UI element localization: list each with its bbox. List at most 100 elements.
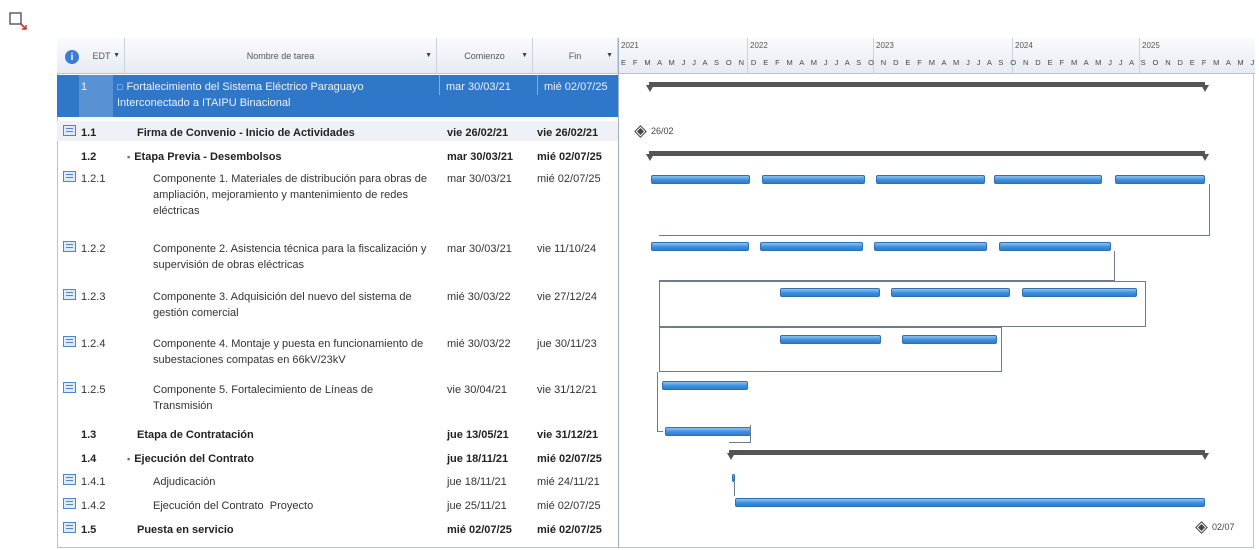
task-note-icon <box>63 498 76 509</box>
column-name[interactable]: Nombre de tarea ▼ <box>125 38 437 74</box>
row-start: jue 25/11/21 <box>447 500 507 512</box>
row-end: mié 02/07/25 <box>537 151 602 163</box>
table-row[interactable]: 1.2.1 Componente 1. Materiales de distri… <box>57 167 618 229</box>
info-icon[interactable]: i <box>65 50 79 64</box>
task-note-icon <box>63 125 76 136</box>
table-row[interactable]: 1 □ Fortalecimiento del Sistema Eléctrico… <box>57 75 618 117</box>
column-start[interactable]: Comienzo ▼ <box>437 38 533 74</box>
task-bar-segment[interactable] <box>994 175 1102 184</box>
task-note-icon <box>63 289 76 300</box>
row-edt: 1.2.3 <box>81 291 106 303</box>
row-end: vie 27/12/24 <box>537 291 597 303</box>
milestone-marker[interactable] <box>634 125 647 138</box>
timescale-year: 2024 <box>1015 41 1033 50</box>
summary-bar[interactable] <box>649 82 1205 87</box>
dropdown-arrow-icon[interactable]: ▼ <box>425 52 432 59</box>
row-end: mié 02/07/25 <box>537 453 602 465</box>
timescale-header: 2021 2022 2023 2024 2025 E F M A M J J A… <box>619 38 1255 74</box>
row-start: vie 26/02/21 <box>447 127 509 139</box>
row-end: mié 24/11/21 <box>537 476 600 488</box>
row-start: mar 30/03/21 <box>447 151 514 163</box>
row-start: jue 18/11/21 <box>447 453 509 465</box>
row-edt: 1.4.1 <box>81 476 106 488</box>
task-note-icon <box>63 241 76 252</box>
column-end[interactable]: Fin ▼ <box>533 38 618 74</box>
project-window: i EDT ▼ Nombre de tarea ▼ Comienzo ▼ Fin… <box>0 0 1259 550</box>
table-row[interactable]: 1.4 ▪ Ejecución del Contrato jue 18/11/21… <box>57 447 618 467</box>
row-end: vie 11/10/24 <box>537 243 597 255</box>
timescale-year: 2021 <box>621 41 639 50</box>
year-separator <box>1012 38 1013 74</box>
table-row[interactable]: 1.3 Etapa de Contratación jue 13/05/21 v… <box>57 423 618 443</box>
table-header: i EDT ▼ Nombre de tarea ▼ Comienzo ▼ Fin… <box>57 38 618 74</box>
row-start: jue 18/11/21 <box>447 476 507 488</box>
row-name-wrap: □ Fortalecimiento del Sistema Eléctrico P… <box>117 75 437 111</box>
table-row[interactable]: 1.2.5 Componente 5. Fortalecimiento de L… <box>57 378 618 422</box>
task-bar[interactable] <box>735 498 1205 507</box>
milestone-marker[interactable] <box>1195 521 1208 534</box>
row-start: mar 30/03/21 <box>447 173 512 185</box>
row-end: vie 31/12/21 <box>537 429 599 441</box>
timescale-months: E F M A M J J A S O N D E F M A M J J A … <box>621 58 1255 67</box>
row-start: mar 30/03/21 <box>439 75 519 95</box>
dropdown-arrow-icon[interactable]: ▼ <box>113 52 120 59</box>
row-end: vie 26/02/21 <box>537 127 599 139</box>
summary-start-marker <box>646 154 654 161</box>
row-name: Componente 5. Fortalecimiento de Líneas … <box>153 384 374 412</box>
row-end: mié 02/07/25 <box>537 524 602 536</box>
collapse-icon[interactable]: ▪ <box>127 454 130 464</box>
table-row[interactable]: 1.1 Firma de Convenio - Inicio de Activi… <box>57 121 618 141</box>
task-bar[interactable] <box>662 381 748 390</box>
table-row[interactable]: 1.2 ▪ Etapa Previa - Desembolsos mar 30/0… <box>57 145 618 165</box>
table-row[interactable]: 1.2.2 Componente 2. Asistencia técnica p… <box>57 237 618 281</box>
task-bar-segment[interactable] <box>651 242 749 251</box>
task-bar-segment[interactable] <box>760 242 863 251</box>
task-note-icon <box>63 171 76 182</box>
task-note-icon <box>63 382 76 393</box>
task-bar-segment[interactable] <box>1115 175 1205 184</box>
task-bar[interactable] <box>732 474 735 482</box>
task-bar-segment[interactable] <box>651 175 750 184</box>
collapse-icon[interactable]: □ <box>117 82 122 92</box>
select-cursor-icon[interactable] <box>8 10 30 32</box>
task-bar-segment[interactable] <box>762 175 865 184</box>
table-row[interactable]: 1.2.3 Componente 3. Adquisición del nuev… <box>57 285 618 329</box>
dependency-link <box>657 372 663 432</box>
summary-end-marker <box>1201 85 1209 92</box>
row-start: mié 30/03/22 <box>447 291 511 303</box>
row-edt: 1 <box>81 81 88 93</box>
summary-bar[interactable] <box>649 151 1205 156</box>
row-end: jue 30/11/23 <box>537 338 597 350</box>
row-name: Componente 4. Montaje y puesta en funcio… <box>153 338 424 366</box>
row-start: mié 30/03/22 <box>447 338 511 350</box>
table-row[interactable]: 1.4.1 Adjudicación jue 18/11/21 mié 24/1… <box>57 470 618 490</box>
task-bar-segment[interactable] <box>999 242 1111 251</box>
timescale-year: 2025 <box>1142 41 1160 50</box>
task-bar-segment[interactable] <box>874 242 987 251</box>
column-name-label: Nombre de tarea <box>246 51 315 61</box>
row-name: Componente 1. Materiales de distribución… <box>153 173 427 217</box>
timescale-year: 2022 <box>750 41 768 50</box>
row-edt: 1.2.4 <box>81 338 106 350</box>
dependency-link <box>734 482 735 496</box>
row-start: vie 30/04/21 <box>447 384 507 396</box>
column-edt[interactable]: EDT ▼ <box>79 38 125 74</box>
table-row[interactable]: 1.2.4 Componente 4. Montaje y puesta en … <box>57 332 618 376</box>
row-start: mié 02/07/25 <box>447 524 512 536</box>
row-end: vie 31/12/21 <box>537 384 597 396</box>
table-row[interactable]: 1.5 Puesta en servicio mié 02/07/25 mié … <box>57 518 618 540</box>
dependency-link <box>659 251 1115 281</box>
row-start: jue 13/05/21 <box>447 429 509 441</box>
dropdown-arrow-icon[interactable]: ▼ <box>606 52 613 59</box>
dropdown-arrow-icon[interactable]: ▼ <box>521 52 528 59</box>
row-edt: 1.5 <box>81 524 97 536</box>
summary-bar[interactable] <box>729 450 1205 455</box>
table-row[interactable]: 1.4.2 Ejecución del Contrato Proyecto ju… <box>57 494 618 514</box>
year-separator <box>1139 38 1140 74</box>
task-table: i EDT ▼ Nombre de tarea ▼ Comienzo ▼ Fin… <box>57 38 618 548</box>
row-edt: 1.2 <box>81 151 97 163</box>
collapse-icon[interactable]: ▪ <box>127 152 130 162</box>
milestone-label: 02/07 <box>1212 522 1235 532</box>
task-bar-segment[interactable] <box>876 175 985 184</box>
row-end: mié 02/07/25 <box>537 500 601 512</box>
